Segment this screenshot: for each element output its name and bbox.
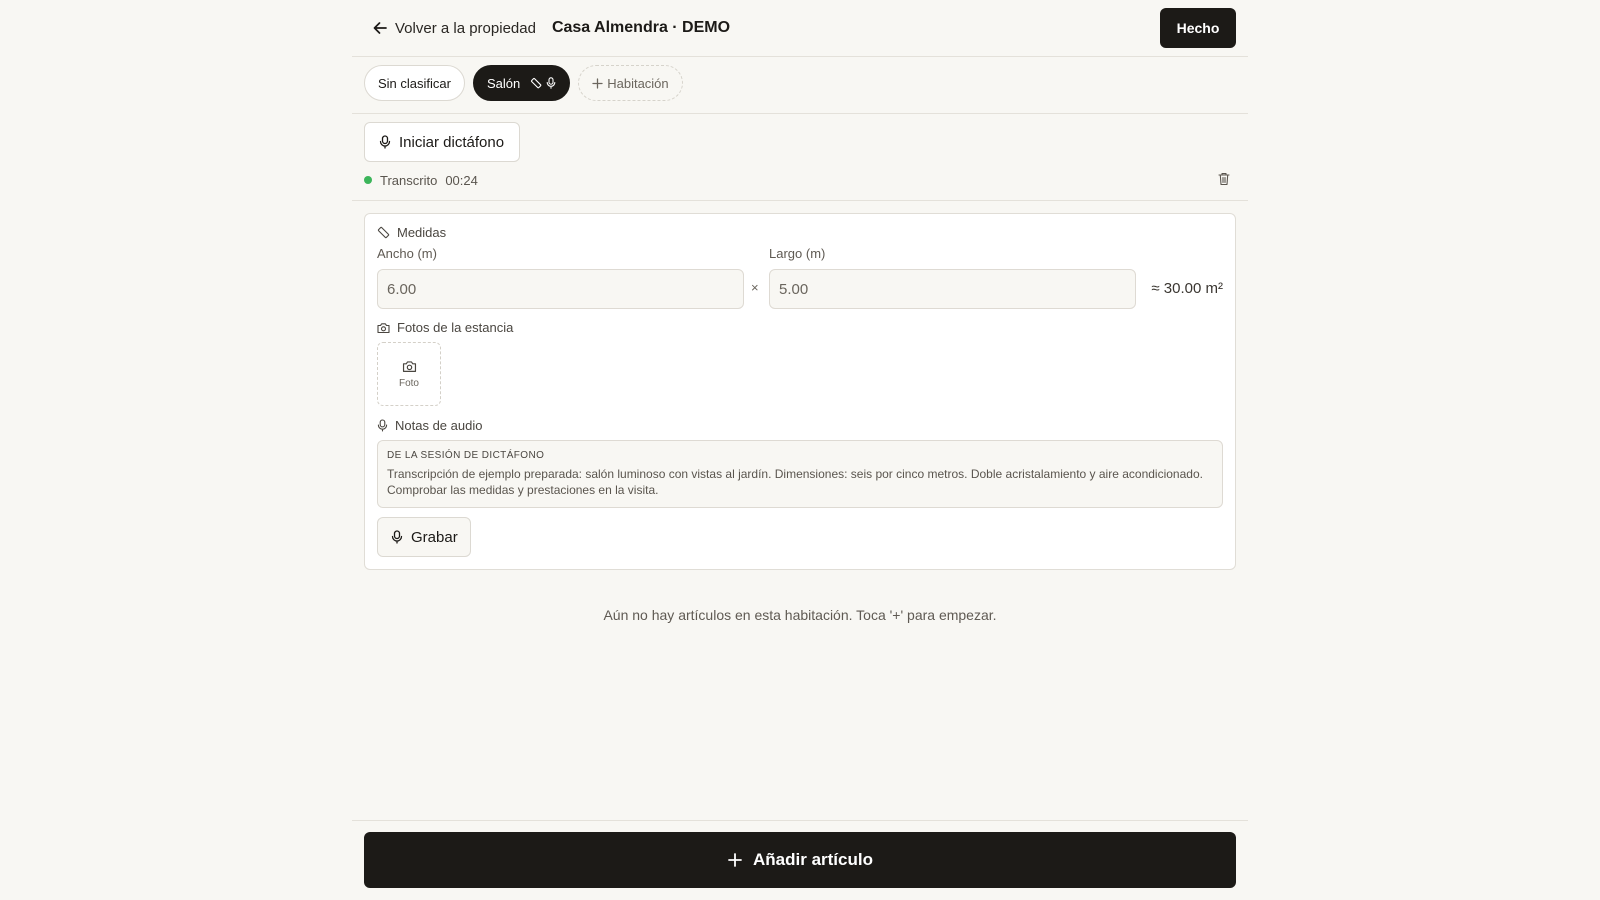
width-input[interactable] <box>377 269 744 309</box>
measures-section-title: Medidas <box>377 225 446 240</box>
add-item-label: Añadir artículo <box>753 850 873 869</box>
divider <box>352 200 1248 201</box>
add-item-button[interactable]: Añadir artículo <box>364 832 1236 888</box>
mic-icon <box>379 135 391 149</box>
tab-sin-clasificar[interactable]: Sin clasificar <box>364 65 465 101</box>
tab-label: Sin clasificar <box>378 75 451 91</box>
tab-salon[interactable]: Salón <box>472 65 571 101</box>
page-title: Casa Almendra · DEMO <box>551 19 731 36</box>
area-result: ≈ 30.00 m² <box>1151 280 1223 297</box>
arrow-left-icon <box>372 20 388 36</box>
status-dot <box>364 176 372 184</box>
divider <box>352 113 1248 114</box>
record-label: Grabar <box>411 528 458 546</box>
duration: 00:24 <box>445 172 478 188</box>
length-input[interactable] <box>769 269 1136 309</box>
plus-icon <box>727 852 743 868</box>
transcript-heading: DE LA SESIÓN DE DICTÁFONO <box>387 450 545 461</box>
section-label: Notas de audio <box>395 418 483 433</box>
divider <box>352 56 1248 57</box>
camera-icon <box>402 360 417 373</box>
photos-section-title: Fotos de la estancia <box>377 320 513 335</box>
multiply-sign: × <box>751 280 759 295</box>
room-tabs: Sin clasificar Salón Habitación <box>352 65 1248 101</box>
status-label: Transcrito <box>380 172 438 188</box>
ruler-icon <box>530 77 542 89</box>
trash-icon[interactable] <box>1218 172 1230 186</box>
done-button[interactable]: Hecho <box>1160 8 1236 48</box>
add-photo-button[interactable]: Foto <box>377 342 441 406</box>
transcript-text: Transcripción de ejemplo preparada: saló… <box>387 467 1203 497</box>
width-label: Ancho (m) <box>377 246 437 261</box>
add-photo-label: Foto <box>398 377 419 389</box>
start-dictaphone-label: Iniciar dictáfono <box>399 133 505 151</box>
add-room-tab[interactable]: Habitación <box>578 65 683 101</box>
back-link[interactable]: Volver a la propiedad <box>372 20 536 37</box>
camera-icon <box>377 322 390 334</box>
section-label: Fotos de la estancia <box>397 320 514 335</box>
tab-label: Salón <box>486 75 521 91</box>
tab-label: Habitación <box>607 75 669 91</box>
audio-notes-section-title: Notas de audio <box>377 418 482 433</box>
mic-icon <box>391 530 403 544</box>
plus-icon <box>592 77 603 89</box>
divider <box>352 820 1248 821</box>
mic-icon <box>546 77 556 89</box>
ruler-icon <box>377 226 390 239</box>
header-bar: Volver a la propiedad Casa Almendra · DE… <box>352 0 1248 56</box>
record-button[interactable]: Grabar <box>377 517 471 557</box>
length-label: Largo (m) <box>769 246 826 261</box>
start-dictaphone-button[interactable]: Iniciar dictáfono <box>364 122 520 162</box>
section-label: Medidas <box>397 225 447 240</box>
empty-state-message: Aún no hay artículos en esta habitación.… <box>603 607 997 623</box>
transcript-box: DE LA SESIÓN DE DICTÁFONO Transcripción … <box>377 440 1223 508</box>
back-link-label: Volver a la propiedad <box>395 19 536 37</box>
mic-icon <box>377 419 388 432</box>
transcription-status: Transcrito 00:24 <box>364 172 478 188</box>
room-details-card: Medidas Ancho (m) Largo (m) × ≈ 30.00 m²… <box>364 213 1236 570</box>
